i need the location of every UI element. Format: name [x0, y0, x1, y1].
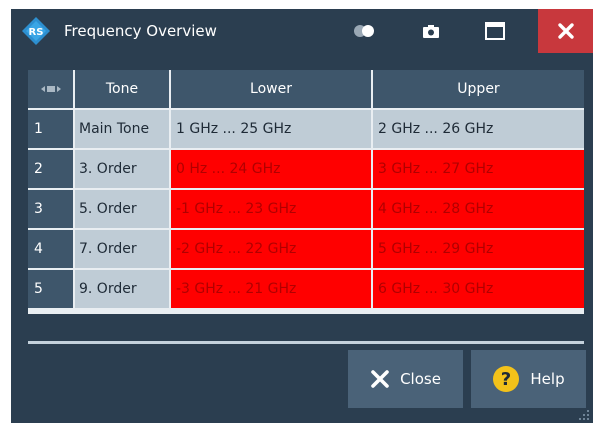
question-mark-icon: ? [493, 366, 520, 392]
row-header[interactable]: 3 [28, 190, 73, 228]
separator [28, 341, 584, 344]
upper-range-cell[interactable]: 4 GHz ... 28 GHz [373, 190, 584, 228]
resize-arrows-icon [40, 86, 61, 92]
upper-range-cell[interactable]: 2 GHz ... 26 GHz [373, 110, 584, 148]
x-icon [371, 370, 389, 388]
close-button[interactable]: Close [348, 350, 463, 408]
lower-range-cell[interactable]: -3 GHz ... 21 GHz [171, 270, 371, 308]
row-header[interactable]: 1 [28, 110, 73, 148]
close-icon [557, 23, 574, 39]
close-button-label: Close [400, 370, 441, 388]
lower-range-cell[interactable]: -2 GHz ... 22 GHz [171, 230, 371, 268]
tone-cell[interactable]: 9. Order [75, 270, 169, 308]
lower-range-cell[interactable]: 1 GHz ... 25 GHz [171, 110, 371, 148]
lower-range-cell[interactable]: 0 Hz ... 24 GHz [171, 150, 371, 188]
row-header[interactable]: 2 [28, 150, 73, 188]
rohde-schwarz-logo-icon: RS [22, 17, 50, 45]
column-header-upper[interactable]: Upper [373, 70, 584, 108]
title-bar[interactable]: RS Frequency Overview [11, 9, 593, 53]
column-header-tone[interactable]: Tone [75, 70, 169, 108]
svg-text:?: ? [501, 369, 511, 390]
tone-cell[interactable]: Main Tone [75, 110, 169, 148]
upper-range-cell[interactable]: 6 GHz ... 30 GHz [373, 270, 584, 308]
svg-text:RS: RS [29, 27, 44, 38]
column-resize-handle[interactable] [28, 70, 73, 108]
frequency-overview-dialog: RS Frequency Overview Tone Lower Upper 1… [11, 9, 593, 423]
help-button-label: Help [530, 370, 565, 388]
resize-grip-icon[interactable] [578, 409, 590, 421]
lower-range-cell[interactable]: -1 GHz ... 23 GHz [171, 190, 371, 228]
column-header-lower[interactable]: Lower [171, 70, 371, 108]
upper-range-cell[interactable]: 3 GHz ... 27 GHz [373, 150, 584, 188]
tone-cell[interactable]: 7. Order [75, 230, 169, 268]
tone-cell[interactable]: 3. Order [75, 150, 169, 188]
toggle-icon[interactable] [349, 9, 379, 53]
maximize-icon[interactable] [480, 9, 510, 53]
frequency-table: Tone Lower Upper 1 Main Tone 1 GHz ... 2… [28, 70, 584, 314]
close-window-button[interactable] [538, 9, 593, 53]
help-button[interactable]: ? Help [471, 350, 586, 408]
window-title: Frequency Overview [64, 22, 217, 40]
tone-cell[interactable]: 5. Order [75, 190, 169, 228]
upper-range-cell[interactable]: 5 GHz ... 29 GHz [373, 230, 584, 268]
row-header[interactable]: 4 [28, 230, 73, 268]
row-header[interactable]: 5 [28, 270, 73, 308]
camera-icon[interactable] [416, 9, 446, 53]
